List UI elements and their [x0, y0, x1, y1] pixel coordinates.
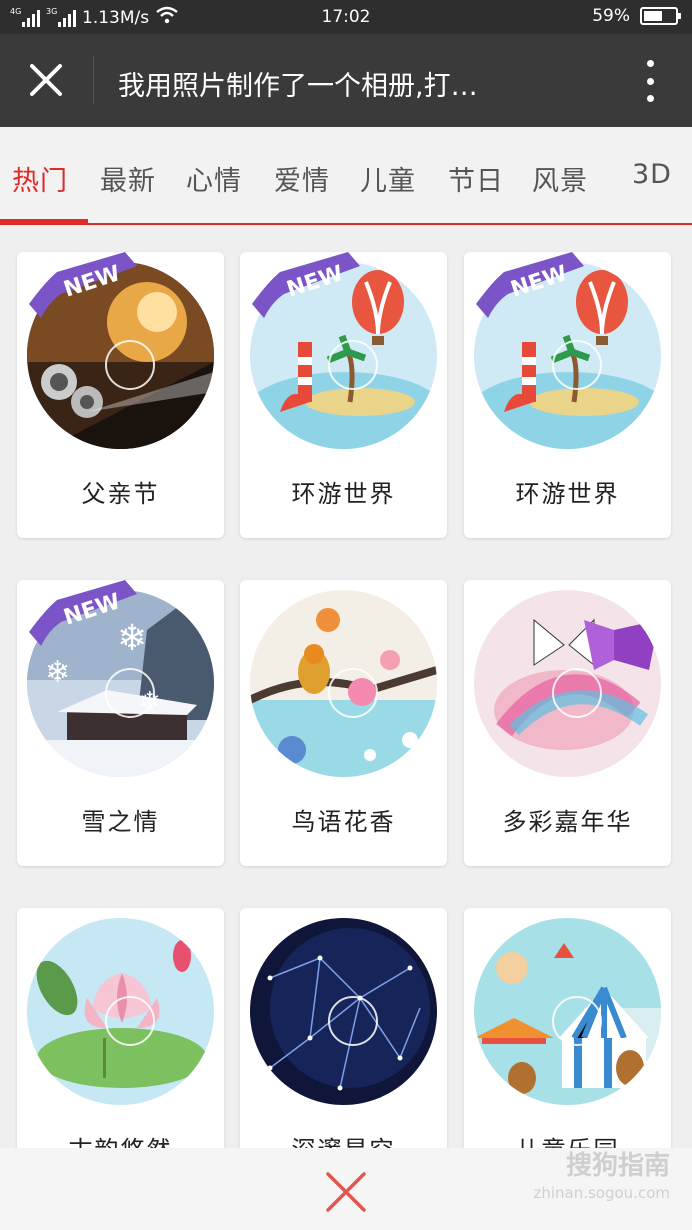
tab-scenery[interactable]: 风景 — [532, 159, 588, 198]
tab-3d[interactable]: 3D — [632, 159, 672, 190]
album-title: 鸟语花香 — [291, 808, 396, 836]
more-vertical-icon — [646, 60, 654, 67]
watermark-main: 搜狗指南 — [565, 1151, 670, 1181]
svg-text:❄: ❄ — [45, 655, 70, 690]
album-card-travel-world-1[interactable]: NEW 环游世界 — [240, 252, 447, 538]
new-badge: NEW — [29, 252, 137, 318]
tab-love[interactable]: 爱情 — [274, 159, 330, 198]
header-divider — [93, 56, 94, 104]
album-card-carnival[interactable]: 多彩嘉年华 — [464, 580, 671, 866]
more-button[interactable] — [644, 60, 656, 102]
battery-percent: 59% — [592, 6, 630, 26]
status-right: 59% — [592, 6, 681, 26]
album-title: 环游世界 — [515, 480, 620, 508]
tab-hot[interactable]: 热门 — [12, 159, 68, 198]
tab-children[interactable]: 儿童 — [360, 159, 416, 198]
new-badge: NEW — [476, 252, 584, 318]
album-card-fathers-day[interactable]: NEW 父亲节 — [17, 252, 224, 538]
close-icon — [326, 1172, 366, 1212]
tab-mood[interactable]: 心情 — [186, 159, 242, 198]
close-button[interactable] — [22, 56, 70, 104]
album-title: 雪之情 — [81, 808, 160, 836]
watermark: 搜狗指南 zhinan.sogou.com — [533, 1145, 670, 1202]
close-icon — [30, 64, 62, 96]
album-thumbnail — [250, 918, 437, 1105]
album-title: 父亲节 — [81, 480, 160, 508]
status-bar: 4G 3G 1.13M/s 17:02 59% — [0, 0, 692, 34]
watermark-sub: zhinan.sogou.com — [533, 1184, 670, 1202]
title-bar: 我用照片制作了一个相册,打… — [0, 34, 692, 127]
album-title: 多彩嘉年华 — [502, 808, 633, 836]
bottom-close-button[interactable] — [322, 1168, 370, 1216]
new-badge: NEW — [29, 580, 137, 646]
battery-icon — [640, 7, 681, 25]
tab-festival[interactable]: 节日 — [448, 159, 504, 198]
album-title: 环游世界 — [291, 480, 396, 508]
page-title: 我用照片制作了一个相册,打… — [118, 71, 478, 102]
album-card-travel-world-2[interactable]: NEW 环游世界 — [464, 252, 671, 538]
status-time: 17:02 — [321, 7, 371, 27]
active-tab-indicator — [0, 219, 88, 224]
new-badge: NEW — [252, 252, 360, 318]
category-tabs: 热门 最新 心情 爱情 儿童 节日 风景 3D — [0, 127, 692, 225]
tab-newest[interactable]: 最新 — [100, 159, 156, 198]
album-thumbnail — [250, 590, 437, 777]
album-thumbnail — [27, 918, 214, 1105]
album-card-birds-flowers[interactable]: 鸟语花香 — [240, 580, 447, 866]
album-thumbnail — [474, 590, 661, 777]
album-card-snow[interactable]: ❄ ❄ ❄ NEW 雪之情 — [17, 580, 224, 866]
album-thumbnail — [474, 918, 661, 1105]
